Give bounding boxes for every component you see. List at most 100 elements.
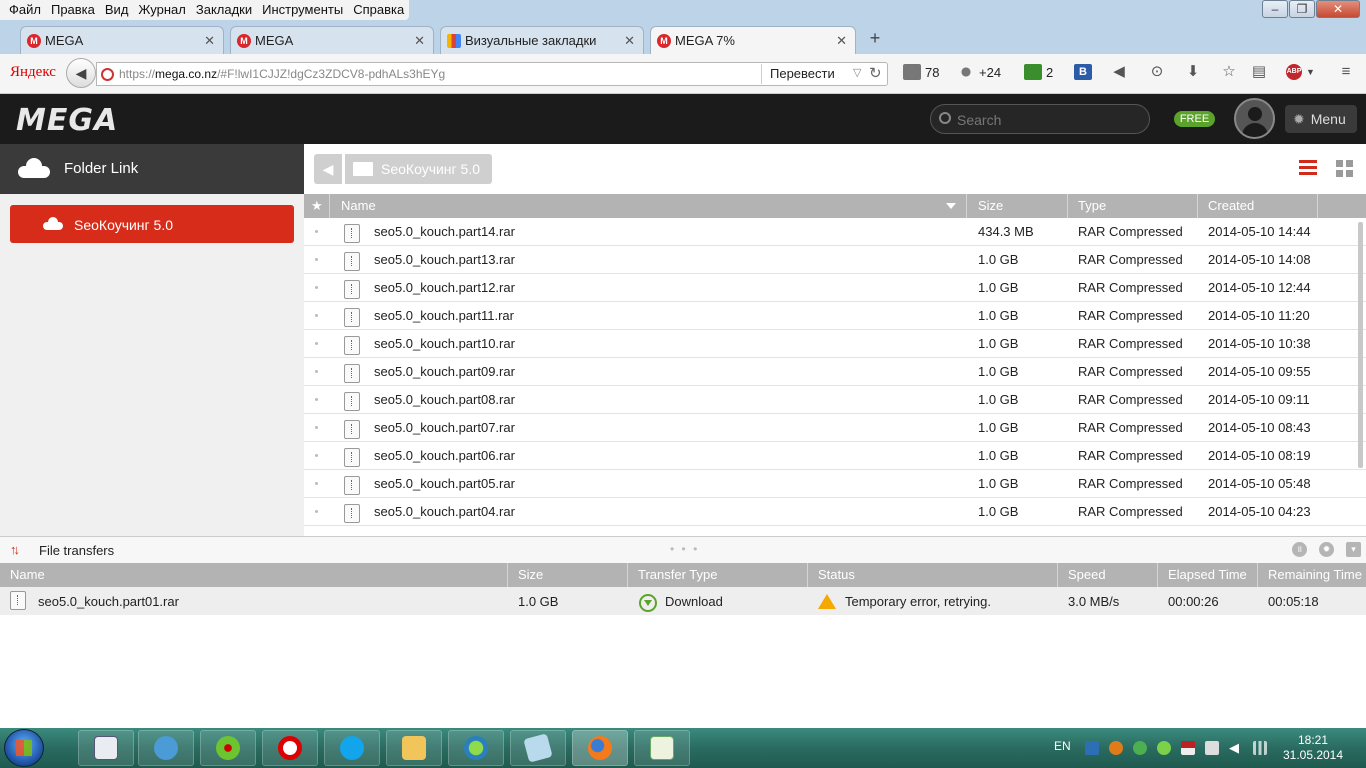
tray-icq-icon[interactable]	[1157, 741, 1171, 755]
volume-icon[interactable]: ◀	[1229, 741, 1243, 755]
taskbar-app-word[interactable]	[78, 730, 134, 766]
menu-bookmarks[interactable]: Закладки	[191, 0, 257, 20]
table-row[interactable]: seo5.0_kouch.part08.rar 1.0 GB RAR Compres…	[304, 386, 1366, 414]
favorite-dot-icon[interactable]	[315, 482, 318, 485]
tray-app-icon[interactable]	[1085, 741, 1099, 755]
table-row[interactable]: seo5.0_kouch.part10.rar 1.0 GB RAR Compres…	[304, 330, 1366, 358]
favorite-dot-icon[interactable]	[315, 230, 318, 233]
vk-extension[interactable]: B	[1074, 64, 1096, 80]
table-row[interactable]: seo5.0_kouch.part04.rar 1.0 GB RAR Compres…	[304, 498, 1366, 526]
star-column-icon[interactable]: ★	[304, 194, 330, 218]
taskbar-app-icq[interactable]	[200, 730, 256, 766]
start-button[interactable]	[4, 729, 44, 767]
menu-help[interactable]: Справка	[348, 0, 409, 20]
tab-mega-2[interactable]: M MEGA ✕	[230, 26, 434, 54]
table-row[interactable]: seo5.0_kouch.part05.rar 1.0 GB RAR Compres…	[304, 470, 1366, 498]
free-plan-badge[interactable]: FREE	[1174, 111, 1215, 127]
search-input[interactable]: Search	[957, 112, 1001, 128]
favorite-dot-icon[interactable]	[315, 454, 318, 457]
column-size[interactable]: Size	[968, 194, 1068, 218]
dropdown-arrow-icon[interactable]: ▽	[853, 66, 861, 79]
downloads-button[interactable]: ⬇	[1184, 64, 1206, 80]
weather-extension[interactable]: +24	[957, 64, 1001, 80]
tray-check-icon[interactable]	[1133, 741, 1147, 755]
translate-button[interactable]: Перевести	[761, 64, 843, 84]
file-list-scrollbar[interactable]	[1358, 222, 1363, 468]
favorite-dot-icon[interactable]	[315, 314, 318, 317]
breadcrumb-folder[interactable]: SeoКоучинг 5.0	[345, 154, 492, 184]
language-indicator[interactable]: EN	[1054, 739, 1071, 753]
tab-visual-bookmarks[interactable]: Визуальные закладки ✕	[440, 26, 644, 54]
sidebar-item-seokouching[interactable]: SeoКоучинг 5.0	[10, 205, 294, 243]
bookmark-star-button[interactable]: ☆	[1220, 64, 1242, 80]
resize-grip-icon[interactable]: • • •	[670, 542, 699, 556]
column-name[interactable]: Name	[331, 194, 967, 218]
adblock-button[interactable]: ABP ▼	[1286, 64, 1315, 80]
transfer-row[interactable]: seo5.0_kouch.part01.rar 1.0 GB Download …	[0, 587, 1366, 615]
breadcrumb-back-button[interactable]: ◀	[314, 154, 342, 184]
mega-logo[interactable]: MEGA	[16, 103, 118, 138]
column-size[interactable]: Size	[508, 563, 628, 587]
favorite-dot-icon[interactable]	[315, 398, 318, 401]
close-tab-icon[interactable]: ✕	[624, 33, 635, 49]
pause-icon[interactable]: ॥	[1292, 542, 1307, 557]
column-created[interactable]: Created	[1198, 194, 1318, 218]
close-tab-icon[interactable]: ✕	[204, 33, 215, 49]
taskbar-app-notes[interactable]	[510, 730, 566, 766]
network-icon[interactable]	[1253, 741, 1267, 755]
yandex-logo[interactable]: Яндекс	[10, 64, 56, 81]
mail-extension[interactable]: 78	[903, 64, 939, 80]
taskbar-app-notepadpp[interactable]	[634, 730, 690, 766]
minimize-button[interactable]: –	[1262, 0, 1288, 18]
column-status[interactable]: Status	[808, 563, 1058, 587]
table-row[interactable]: seo5.0_kouch.part12.rar 1.0 GB RAR Compres…	[304, 274, 1366, 302]
column-transfer-type[interactable]: Transfer Type	[628, 563, 808, 587]
sound-extension[interactable]: ◀	[1110, 64, 1132, 80]
back-button[interactable]: ◀	[66, 58, 96, 88]
favorite-dot-icon[interactable]	[315, 258, 318, 261]
tray-flag-icon[interactable]	[1181, 741, 1195, 755]
taskbar-app-explorer[interactable]	[138, 730, 194, 766]
table-row[interactable]: seo5.0_kouch.part09.rar 1.0 GB RAR Compres…	[304, 358, 1366, 386]
grid-view-icon[interactable]	[1336, 160, 1353, 177]
tray-device-icon[interactable]	[1205, 741, 1219, 755]
column-name[interactable]: Name	[0, 563, 508, 587]
menu-file[interactable]: Файл	[4, 0, 46, 20]
column-type[interactable]: Type	[1068, 194, 1198, 218]
browser-menu-button[interactable]: ≡	[1337, 64, 1359, 80]
favorite-dot-icon[interactable]	[315, 370, 318, 373]
menu-edit[interactable]: Правка	[46, 0, 100, 20]
favorite-dot-icon[interactable]	[315, 510, 318, 513]
avatar[interactable]	[1234, 98, 1275, 139]
maximize-button[interactable]: ❐	[1289, 0, 1315, 18]
collapse-icon[interactable]: ▾	[1346, 542, 1361, 557]
taskbar-app-firefox[interactable]	[572, 730, 628, 766]
close-tab-icon[interactable]: ✕	[836, 33, 847, 49]
taskbar-app-green[interactable]	[448, 730, 504, 766]
favorite-dot-icon[interactable]	[315, 342, 318, 345]
menu-button[interactable]: ✹ Menu	[1285, 105, 1357, 133]
close-tab-icon[interactable]: ✕	[414, 33, 425, 49]
tab-mega-1[interactable]: M MEGA ✕	[20, 26, 224, 54]
tray-mail-icon[interactable]	[1109, 741, 1123, 755]
table-row[interactable]: seo5.0_kouch.part06.rar 1.0 GB RAR Compres…	[304, 442, 1366, 470]
favorite-dot-icon[interactable]	[315, 286, 318, 289]
list-view-icon[interactable]	[1299, 160, 1317, 177]
menu-tools[interactable]: Инструменты	[257, 0, 348, 20]
gear-icon[interactable]: ✹	[1319, 542, 1334, 557]
favorite-dot-icon[interactable]	[315, 426, 318, 429]
menu-history[interactable]: Журнал	[133, 0, 190, 20]
bookmarks-list-button[interactable]: ▤	[1250, 64, 1272, 80]
table-row[interactable]: seo5.0_kouch.part07.rar 1.0 GB RAR Compres…	[304, 414, 1366, 442]
column-remaining[interactable]: Remaining Time	[1258, 563, 1366, 587]
taskbar-app-folder[interactable]	[386, 730, 442, 766]
column-speed[interactable]: Speed	[1058, 563, 1158, 587]
site-identity-icon[interactable]	[101, 68, 114, 81]
address-bar[interactable]: https://mega.co.nz/#F!lwI1CJJZ!dgCz3ZDCV…	[96, 62, 888, 86]
column-elapsed[interactable]: Elapsed Time	[1158, 563, 1258, 587]
counter-extension[interactable]: 2	[1024, 64, 1053, 80]
search-box[interactable]: Search	[930, 104, 1150, 134]
table-row[interactable]: seo5.0_kouch.part13.rar 1.0 GB RAR Compres…	[304, 246, 1366, 274]
sort-caret-icon[interactable]	[946, 203, 956, 209]
tab-mega-active[interactable]: M MEGA 7% ✕	[650, 26, 856, 54]
